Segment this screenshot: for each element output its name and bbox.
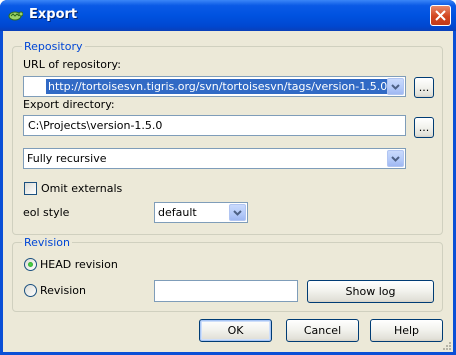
- omit-externals-label[interactable]: Omit externals: [41, 182, 122, 195]
- show-log-label: Show log: [345, 285, 396, 298]
- head-revision-radio[interactable]: [24, 258, 37, 271]
- export-directory-label: Export directory:: [23, 98, 115, 111]
- chevron-down-icon: [391, 155, 400, 162]
- cancel-label: Cancel: [303, 324, 342, 337]
- window-title: Export: [29, 7, 78, 22]
- export-directory-browse-button[interactable]: ...: [414, 117, 434, 138]
- repository-legend: Repository: [22, 40, 85, 53]
- chevron-down-icon: [233, 209, 242, 216]
- depth-value: Fully recursive: [27, 152, 107, 165]
- radio-selected-dot: [28, 262, 33, 267]
- revision-label[interactable]: Revision: [40, 284, 86, 297]
- ok-button[interactable]: OK: [199, 319, 272, 342]
- close-button[interactable]: [430, 5, 451, 26]
- omit-externals-checkbox[interactable]: [24, 182, 37, 195]
- depth-dropdown-button[interactable]: [387, 150, 404, 167]
- help-label: Help: [393, 324, 420, 337]
- ok-label: OK: [227, 324, 244, 337]
- tortoise-icon: [8, 11, 23, 21]
- url-browse-label: ...: [418, 81, 430, 94]
- url-browse-button[interactable]: ...: [414, 77, 434, 98]
- eol-dropdown-button[interactable]: [229, 204, 246, 221]
- revision-legend: Revision: [22, 236, 72, 249]
- head-revision-label[interactable]: HEAD revision: [40, 258, 118, 271]
- eol-style-label: eol style: [23, 206, 70, 219]
- revision-input[interactable]: [154, 280, 298, 302]
- close-icon: [435, 10, 446, 21]
- export-dialog: Export Repository URL of repository: htt…: [0, 0, 456, 355]
- title-bar[interactable]: Export: [0, 0, 456, 31]
- resize-grip-icon[interactable]: [440, 339, 452, 351]
- url-label: URL of repository:: [23, 58, 121, 71]
- revision-radio[interactable]: [24, 284, 37, 297]
- depth-combobox[interactable]: Fully recursive: [23, 148, 406, 169]
- chevron-down-icon: [391, 83, 400, 90]
- eol-style-value: default: [158, 206, 197, 219]
- show-log-button[interactable]: Show log: [307, 280, 434, 303]
- export-directory-browse-label: ...: [418, 121, 430, 134]
- url-value: http://tortoisesvn.tigris.org/svn/tortoi…: [46, 79, 390, 94]
- dialog-body: Repository URL of repository: http://tor…: [3, 31, 453, 352]
- eol-style-combobox[interactable]: default: [154, 202, 248, 223]
- help-button[interactable]: Help: [370, 319, 443, 342]
- cancel-button[interactable]: Cancel: [286, 319, 359, 342]
- export-directory-input[interactable]: C:\Projects\version-1.5.0: [23, 115, 406, 136]
- url-combobox[interactable]: http://tortoisesvn.tigris.org/svn/tortoi…: [23, 76, 406, 97]
- url-dropdown-button[interactable]: [387, 78, 404, 95]
